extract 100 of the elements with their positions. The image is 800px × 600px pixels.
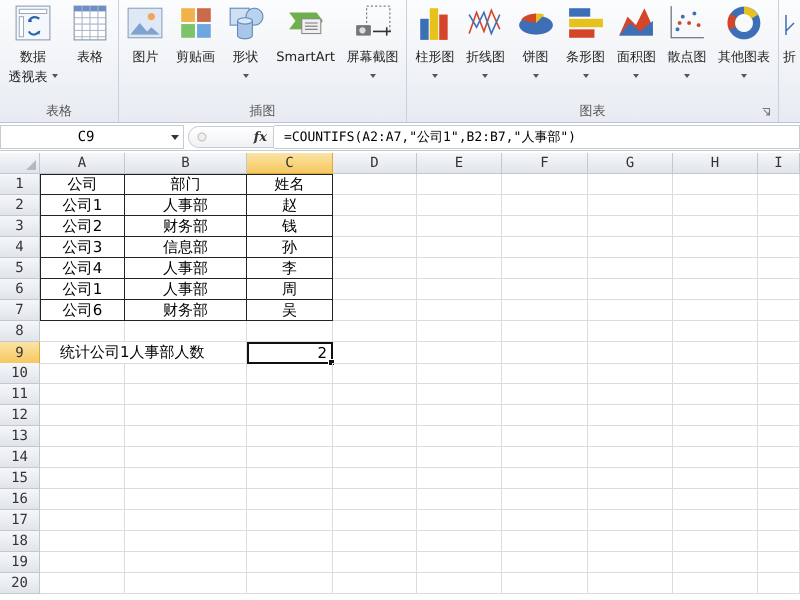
empty-cell[interactable] bbox=[673, 510, 758, 531]
ribbon-button[interactable]: 表格 bbox=[68, 4, 111, 100]
empty-cell[interactable] bbox=[588, 300, 673, 321]
empty-cell[interactable] bbox=[502, 237, 588, 258]
empty-cell[interactable] bbox=[247, 489, 333, 510]
ribbon-button[interactable]: 折线图 bbox=[464, 4, 507, 100]
empty-cell[interactable] bbox=[673, 237, 758, 258]
empty-cell[interactable] bbox=[333, 552, 417, 573]
empty-cell[interactable] bbox=[502, 279, 588, 300]
ribbon-button[interactable]: 面积图 bbox=[614, 4, 658, 100]
empty-cell[interactable] bbox=[125, 426, 247, 447]
ribbon-button[interactable]: 条形图 bbox=[564, 4, 608, 100]
empty-cell[interactable] bbox=[502, 510, 588, 531]
row-header[interactable]: 1 bbox=[0, 174, 40, 195]
dialog-launcher-icon[interactable] bbox=[762, 108, 770, 116]
empty-cell[interactable] bbox=[417, 258, 502, 279]
resize-handle-icon[interactable] bbox=[197, 132, 207, 142]
column-header[interactable]: H bbox=[673, 153, 758, 174]
empty-cell[interactable] bbox=[417, 216, 502, 237]
empty-cell[interactable] bbox=[333, 279, 417, 300]
empty-cell[interactable] bbox=[588, 468, 673, 489]
empty-cell[interactable] bbox=[417, 552, 502, 573]
empty-cell[interactable] bbox=[758, 258, 800, 279]
empty-cell[interactable] bbox=[417, 510, 502, 531]
insert-function-button[interactable]: fx bbox=[254, 130, 267, 144]
empty-cell[interactable] bbox=[758, 342, 800, 364]
empty-cell[interactable] bbox=[758, 300, 800, 321]
empty-cell[interactable] bbox=[333, 510, 417, 531]
empty-cell[interactable] bbox=[758, 405, 800, 426]
empty-cell[interactable] bbox=[588, 216, 673, 237]
empty-cell[interactable] bbox=[502, 321, 588, 342]
ribbon-button[interactable]: 其他图表 bbox=[716, 4, 772, 100]
empty-cell[interactable] bbox=[758, 174, 800, 195]
row-header[interactable]: 6 bbox=[0, 279, 40, 300]
ribbon-button[interactable]: 柱形图 bbox=[413, 4, 456, 100]
empty-cell[interactable] bbox=[758, 489, 800, 510]
row-header[interactable]: 20 bbox=[0, 573, 40, 594]
empty-cell[interactable] bbox=[673, 279, 758, 300]
column-header[interactable]: G bbox=[588, 153, 673, 174]
empty-cell[interactable] bbox=[417, 279, 502, 300]
column-header[interactable]: B bbox=[125, 153, 247, 174]
empty-cell[interactable] bbox=[417, 342, 502, 364]
select-all-button[interactable] bbox=[0, 153, 40, 174]
empty-cell[interactable] bbox=[247, 552, 333, 573]
empty-cell[interactable] bbox=[502, 468, 588, 489]
empty-cell[interactable] bbox=[125, 384, 247, 405]
empty-cell[interactable] bbox=[247, 363, 333, 384]
empty-cell[interactable] bbox=[333, 195, 417, 216]
row-header[interactable]: 18 bbox=[0, 531, 40, 552]
empty-cell[interactable] bbox=[673, 468, 758, 489]
row-header[interactable]: 5 bbox=[0, 258, 40, 279]
empty-cell[interactable] bbox=[247, 468, 333, 489]
empty-cell[interactable] bbox=[502, 300, 588, 321]
name-box[interactable]: C9 bbox=[0, 125, 184, 149]
empty-cell[interactable] bbox=[333, 321, 417, 342]
empty-cell[interactable] bbox=[758, 426, 800, 447]
empty-cell[interactable] bbox=[673, 363, 758, 384]
empty-cell[interactable] bbox=[588, 384, 673, 405]
empty-cell[interactable] bbox=[673, 489, 758, 510]
empty-cell[interactable] bbox=[758, 279, 800, 300]
empty-cell[interactable] bbox=[588, 405, 673, 426]
empty-cell[interactable] bbox=[247, 426, 333, 447]
empty-cell[interactable] bbox=[417, 531, 502, 552]
row-header[interactable]: 17 bbox=[0, 510, 40, 531]
empty-cell[interactable] bbox=[758, 531, 800, 552]
empty-cell[interactable] bbox=[502, 342, 588, 364]
empty-cell[interactable] bbox=[125, 468, 247, 489]
empty-cell[interactable] bbox=[588, 510, 673, 531]
empty-cell[interactable] bbox=[417, 363, 502, 384]
empty-cell[interactable] bbox=[588, 573, 673, 594]
empty-cell[interactable] bbox=[758, 216, 800, 237]
row-header[interactable]: 16 bbox=[0, 489, 40, 510]
empty-cell[interactable] bbox=[673, 321, 758, 342]
empty-cell[interactable] bbox=[417, 405, 502, 426]
result-cell[interactable]: 2 bbox=[247, 342, 333, 364]
empty-cell[interactable] bbox=[502, 552, 588, 573]
empty-cell[interactable] bbox=[333, 258, 417, 279]
empty-cell[interactable] bbox=[125, 321, 247, 342]
empty-cell[interactable] bbox=[502, 384, 588, 405]
empty-cell[interactable] bbox=[758, 237, 800, 258]
empty-cell[interactable] bbox=[417, 174, 502, 195]
empty-cell[interactable] bbox=[333, 426, 417, 447]
empty-cell[interactable] bbox=[247, 531, 333, 552]
empty-cell[interactable] bbox=[502, 216, 588, 237]
empty-cell[interactable] bbox=[502, 363, 588, 384]
empty-cell[interactable] bbox=[125, 363, 247, 384]
ribbon-button[interactable]: 形状 bbox=[224, 4, 267, 100]
empty-cell[interactable] bbox=[333, 531, 417, 552]
empty-cell[interactable] bbox=[333, 447, 417, 468]
empty-cell[interactable] bbox=[673, 216, 758, 237]
column-header[interactable]: A bbox=[40, 153, 125, 174]
empty-cell[interactable] bbox=[673, 447, 758, 468]
empty-cell[interactable] bbox=[333, 573, 417, 594]
empty-cell[interactable] bbox=[333, 237, 417, 258]
ribbon-button[interactable]: 屏幕截图 bbox=[344, 4, 401, 100]
empty-cell[interactable] bbox=[758, 552, 800, 573]
empty-cell[interactable] bbox=[588, 258, 673, 279]
empty-cell[interactable] bbox=[758, 195, 800, 216]
empty-cell[interactable] bbox=[588, 237, 673, 258]
empty-cell[interactable] bbox=[588, 279, 673, 300]
